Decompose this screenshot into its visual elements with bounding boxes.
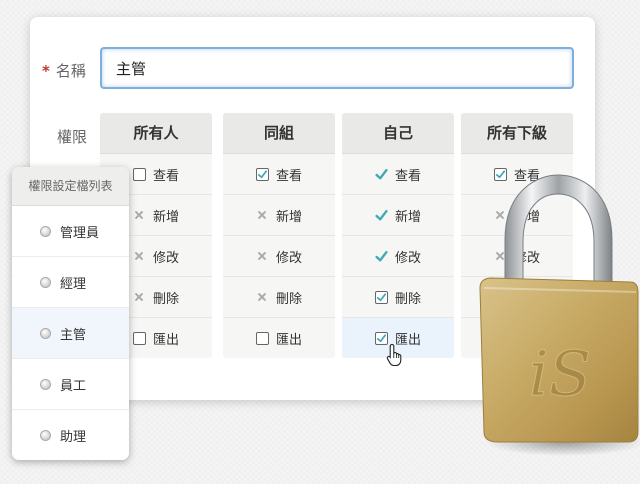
permission-label: 權限 <box>57 128 88 146</box>
radio-icon <box>40 430 51 441</box>
checkbox-unchecked[interactable] <box>255 332 269 345</box>
column-header: 所有下級 <box>461 113 573 154</box>
checkbox-checked[interactable] <box>374 290 388 304</box>
profile-name: 助理 <box>60 430 87 445</box>
permission-cell[interactable]: 刪除 <box>342 277 454 318</box>
profile-list-item[interactable]: 管理員 <box>12 206 129 257</box>
permission-label: 查看 <box>275 168 302 184</box>
checkbox-checked[interactable] <box>255 167 269 181</box>
permission-label: 修改 <box>275 250 302 266</box>
permission-label: 查看 <box>152 168 179 184</box>
permission-cell: 修改 <box>342 236 454 277</box>
permission-cell: 查看 <box>342 154 454 195</box>
profile-name: 管理員 <box>60 225 100 241</box>
x-icon <box>133 209 146 222</box>
check-icon <box>375 168 388 181</box>
permission-label: 新增 <box>275 209 302 225</box>
column-header: 同組 <box>223 113 335 154</box>
profile-list-panel: 權限設定檔列表 管理員經理主管員工助理 <box>12 167 129 460</box>
name-label-text: 名稱 <box>55 62 86 80</box>
name-label: * 名稱 <box>42 60 86 81</box>
permission-cell: 新增 <box>342 195 454 236</box>
check-icon <box>375 250 388 263</box>
permission-cell[interactable]: 匯出 <box>223 318 335 358</box>
profile-name: 員工 <box>60 378 87 394</box>
radio-icon <box>40 327 51 339</box>
permission-column: 自己 查看 新增 修改 刪除 匯出 <box>342 113 454 358</box>
permission-label: 查看 <box>394 168 421 184</box>
logo-text: iS <box>529 337 591 410</box>
permission-label: 新增 <box>394 209 421 225</box>
radio-icon <box>40 276 51 288</box>
profile-name: 經理 <box>60 276 87 292</box>
check-icon <box>375 209 388 222</box>
permission-label: 匯出 <box>152 333 179 348</box>
permission-label: 匯出 <box>275 333 302 348</box>
profile-list-item[interactable]: 助理 <box>12 410 129 460</box>
permission-label: 刪除 <box>152 291 179 307</box>
checkbox-unchecked[interactable] <box>132 332 146 345</box>
radio-icon <box>40 378 51 390</box>
permission-column: 同組查看新增修改刪除匯出 <box>223 113 335 358</box>
padlock-icon: iS <box>479 174 640 456</box>
profile-list-item[interactable]: 經理 <box>12 257 129 308</box>
checkbox-unchecked[interactable] <box>132 167 146 181</box>
x-icon <box>256 291 269 304</box>
x-icon <box>256 209 269 222</box>
name-input[interactable] <box>100 47 574 89</box>
permission-cell: 刪除 <box>223 277 335 318</box>
column-header: 所有人 <box>100 113 212 154</box>
profile-list-title: 權限設定檔列表 <box>12 167 129 206</box>
profile-list-item[interactable]: 員工 <box>12 359 129 410</box>
required-mark: * <box>42 62 50 80</box>
x-icon <box>133 291 146 304</box>
hand-cursor-icon <box>386 343 402 367</box>
x-icon <box>256 250 269 263</box>
permission-label: 修改 <box>394 250 421 266</box>
permission-label: 新增 <box>152 209 179 225</box>
x-icon <box>133 250 146 263</box>
permission-cell: 修改 <box>223 236 335 277</box>
permission-cell: 新增 <box>223 195 335 236</box>
permission-label: 修改 <box>152 250 179 266</box>
permission-label: 刪除 <box>394 291 421 307</box>
permission-label: 刪除 <box>275 291 302 307</box>
profile-list-item[interactable]: 主管 <box>12 308 129 359</box>
column-header: 自己 <box>342 113 454 154</box>
profile-name: 主管 <box>60 327 87 343</box>
permission-cell[interactable]: 查看 <box>223 154 335 195</box>
profile-list: 管理員經理主管員工助理 <box>12 206 129 460</box>
radio-icon <box>40 225 51 237</box>
